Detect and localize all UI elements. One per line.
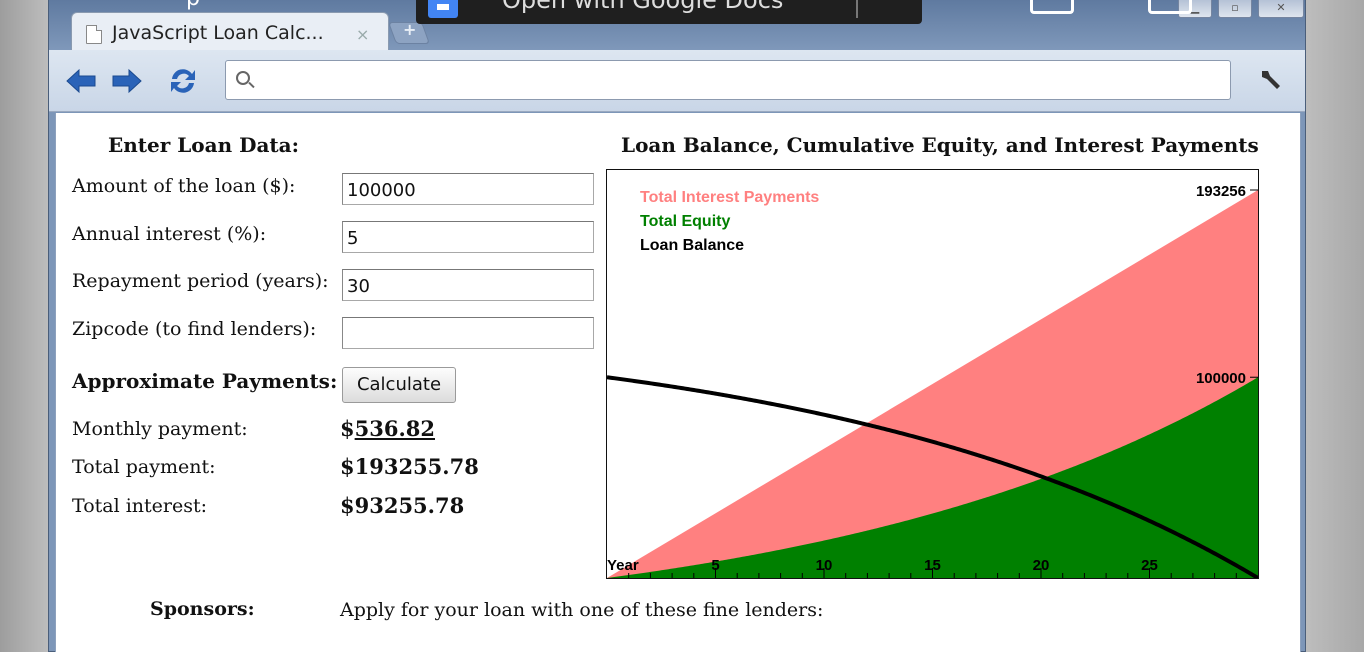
forward-arrow-icon [112,68,142,94]
page-icon [86,25,102,44]
popup-separator [856,0,858,18]
monthly-payment-label: Monthly payment: [72,418,248,440]
backdrop-left-edge [0,0,48,652]
close-window-button[interactable]: ✕ [1258,0,1304,18]
legend-entry: Total Interest Payments [640,189,819,206]
maximize-button[interactable]: ▫ [1218,0,1252,18]
overlay-add-icon[interactable] [1030,0,1074,14]
calculate-button[interactable]: Calculate [342,367,456,403]
y-tick-label: 100000 [1196,370,1246,387]
overlay-fragment-text: p [186,0,200,11]
period-input[interactable]: 30 [342,269,594,301]
tab-close-icon[interactable]: × [356,25,369,44]
page-content: Enter Loan Data: Amount of the loan ($):… [55,113,1301,652]
x-tick-label: 5 [711,557,719,574]
open-with-docs-text: Open with Google Docs [502,0,784,14]
browser-window: JavaScript Loan Calc... × + Enter Loan D… [48,0,1306,652]
toolbar [49,50,1305,112]
settings-wrench-button[interactable] [1259,68,1283,92]
plus-icon: + [403,20,417,39]
loan-chart-svg: Year 5 10 15 20 25 193256 100000 Total Interest … [607,183,1258,578]
total-payment-value: $193255.78 [340,454,479,479]
tab-loan-calculator[interactable]: JavaScript Loan Calc... × [71,12,389,52]
interest-label: Annual interest (%): [72,223,267,245]
zipcode-label: Zipcode (to find lenders): [72,318,317,340]
forward-button[interactable] [111,65,143,97]
back-arrow-icon [66,68,96,94]
search-icon [236,71,250,85]
back-button[interactable] [65,65,97,97]
x-tick-label: 20 [1033,557,1050,574]
monthly-payment-amount: 536.82 [354,416,435,441]
x-axis-label: Year [607,557,639,574]
total-interest-value: $93255.78 [340,493,465,518]
loan-amount-input[interactable]: 100000 [342,173,594,205]
approximate-payments-heading: Approximate Payments: [72,369,338,393]
y-tick-label: 193256 [1196,183,1246,200]
loan-amount-label: Amount of the loan ($): [72,175,296,197]
reload-icon [171,69,195,93]
sponsors-text: Apply for your loan with one of these fi… [340,599,824,621]
reload-button[interactable] [167,65,199,97]
loan-chart: Year 5 10 15 20 25 193256 100000 Total Interest … [606,169,1259,579]
tab-title: JavaScript Loan Calc... [112,22,324,44]
backdrop-right-edge [1306,0,1364,652]
x-tick-label: 10 [816,557,833,574]
monthly-payment-prefix: $ [340,416,355,441]
address-bar[interactable] [225,60,1231,100]
google-docs-icon [428,0,458,18]
sponsors-label: Sponsors: [150,598,255,620]
overlay-window-icon[interactable] [1148,0,1192,14]
open-with-docs-popup[interactable]: Open with Google Docs [416,0,922,24]
close-window-icon: ✕ [1276,1,1286,14]
chart-title: Loan Balance, Cumulative Equity, and Int… [621,133,1259,157]
total-payment-label: Total payment: [72,456,216,478]
monthly-payment-value: $536.82 [340,416,435,441]
wrench-icon [1262,71,1280,89]
interest-input[interactable]: 5 [342,221,594,253]
maximize-icon: ▫ [1231,1,1239,14]
x-tick-label: 15 [924,557,941,574]
legend-entry: Total Equity [640,213,730,230]
total-interest-label: Total interest: [72,495,208,517]
enter-loan-data-heading: Enter Loan Data: [108,133,299,157]
x-tick-label: 25 [1141,557,1158,574]
legend-entry: Loan Balance [640,237,744,254]
zipcode-input[interactable] [342,317,594,349]
period-label: Repayment period (years): [72,270,329,292]
